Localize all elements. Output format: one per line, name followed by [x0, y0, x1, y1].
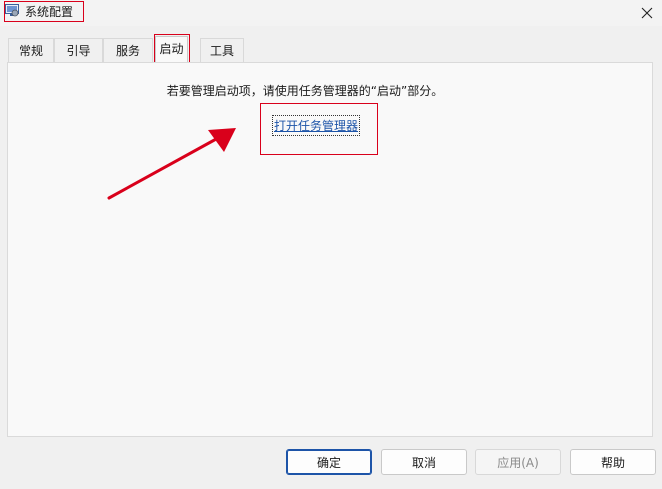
open-task-manager-link[interactable]: 打开任务管理器	[271, 115, 361, 136]
cancel-button[interactable]: 取消	[381, 449, 467, 475]
close-icon	[641, 7, 653, 19]
close-button[interactable]	[634, 2, 660, 24]
ok-button[interactable]: 确定	[286, 449, 372, 475]
system-config-window: 系统配置 常规 引导 服务 启动 工具 若要管理启动项，请使用任务管理器的“启动…	[0, 0, 662, 489]
tab-services[interactable]: 服务	[103, 38, 153, 62]
tab-startup[interactable]: 启动	[155, 36, 188, 63]
apply-button[interactable]: 应用(A)	[475, 449, 561, 475]
window-title: 系统配置	[25, 5, 74, 19]
tab-tools[interactable]: 工具	[200, 38, 244, 62]
annotation-arrow	[107, 128, 236, 200]
startup-instruction: 若要管理启动项，请使用任务管理器的“启动”部分。	[166, 84, 444, 98]
tab-boot[interactable]: 引导	[54, 38, 103, 62]
tab-general[interactable]: 常规	[8, 38, 54, 62]
system-config-icon	[5, 4, 19, 17]
title-bar: 系统配置	[0, 0, 662, 26]
help-button[interactable]: 帮助	[570, 449, 656, 475]
